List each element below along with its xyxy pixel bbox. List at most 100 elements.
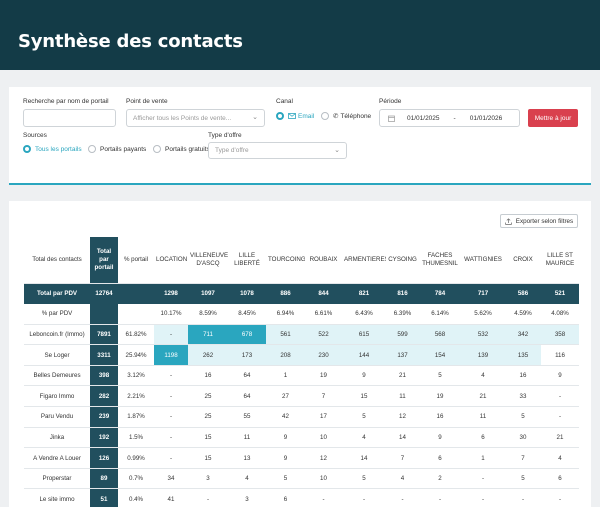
column-header[interactable]: LILLE ST MAURICE [541,237,579,284]
table-row[interactable]: Leboncoin.fr (Immo) 7891 61.82% -711 678 561 5… [24,324,579,346]
table-cell: 89 [90,468,118,490]
table-cell: - [154,447,188,469]
table-cell: 6 [419,447,461,469]
table-row[interactable]: Belles Demeures 398 3.12% -16 64 1 19 9 21 5 4 16 9 [24,365,579,387]
table-row[interactable]: Le site immo 51 0.4% 41-3 6- - - - - - - [24,488,579,507]
sources-paid-radio[interactable]: Portails payants [88,145,146,153]
column-header[interactable]: FACHES THUMESNIL [419,237,461,284]
table-cell: 16 [419,406,461,428]
table-row[interactable]: Paru Vendu 239 1.87% -25 55 42 17 5 12 16 11 5- [24,406,579,428]
table-cell: 17 [305,406,342,428]
date-separator: - [453,114,456,122]
radio-checked-icon [276,112,284,120]
filters-panel: Recherche par nom de portail Point de ve… [9,87,591,185]
export-label: Exporter selon filtres [515,217,574,225]
table-cell: - [505,488,541,507]
table-row[interactable]: Properstar 89 0.7% 34 3 4 5 10 5 4 2-5 6 [24,468,579,490]
table-cell: 64 [228,385,266,408]
table-cell: 9 [541,365,579,387]
periode-label: Période [379,98,402,105]
table-cell: - [188,488,228,507]
table-cell: 522 [305,324,342,346]
canal-phone-label: Téléphone [340,112,372,120]
column-header[interactable]: % portail [118,237,154,284]
export-button[interactable]: Exporter selon filtres [500,214,578,228]
table-cell: 12 [305,447,342,469]
apply-button[interactable]: Mettre à jour [528,109,578,127]
table-cell: - [305,488,342,507]
table-row[interactable]: Figaro Immo 282 2.21% -25 64 27 7 15 11 19 21 33- [24,385,579,408]
column-header[interactable]: Total par portail [90,237,118,284]
table-cell: 8.59% [188,303,228,325]
table-cell: - [386,488,419,507]
total-row: Total par PDV 12764 1298 1097 1078 886 844 821 8… [24,283,579,305]
chevron-down-icon: ⌄ [334,147,340,154]
column-header[interactable]: ARMENTIERES [342,237,386,284]
table-cell: 230 [305,344,342,366]
table-cell: - [154,427,188,449]
table-cell: - [154,385,188,408]
table-cell: 5 [342,406,386,428]
pct-row: % par PDV 10.17% 8.59% 8.45% 6.94% 6.61% 6.43%… [24,303,579,325]
table-cell: 55 [228,406,266,428]
row-label: Le site immo [24,488,90,507]
table-cell: 816 [386,283,419,305]
table-cell: 61.82% [118,324,154,346]
pdv-placeholder: Afficher tous les Points de vente... [133,114,232,122]
column-header[interactable]: VILLENEUVE D'ASCQ [188,237,228,284]
table-header-row: Total des contacts Total par portail% por… [24,237,579,284]
column-header[interactable]: CROIX [505,237,541,284]
column-header[interactable]: ROUBAIX [305,237,342,284]
canal-email-radio[interactable]: Email [276,112,314,120]
table-cell: 10 [305,468,342,490]
search-input[interactable] [23,109,116,127]
table-cell: 192 [90,427,118,449]
table-cell: 30 [505,427,541,449]
column-header[interactable]: LOCATION [154,237,188,284]
table-cell: 821 [342,283,386,305]
contacts-table: Total des contacts Total par portail% por… [24,237,579,507]
table-row[interactable]: A Vendre A Louer 126 0.99% -15 13 9 12 14 7 6 1 7 4 [24,447,579,469]
table-cell: 6 [266,488,305,507]
pdv-select[interactable]: Afficher tous les Points de vente... ⌄ [126,109,265,127]
table-cell: 33 [505,385,541,408]
table-cell: - [154,324,188,346]
table-cell: 7891 [90,324,118,346]
table-cell: 586 [505,283,541,305]
table-cell: 4.08% [541,303,579,325]
table-cell: - [342,488,386,507]
column-header-name[interactable]: Total des contacts [24,237,90,284]
row-label: Se Loger [24,344,90,366]
table-cell: 1.87% [118,406,154,428]
table-cell [118,303,154,325]
column-header[interactable]: TOURCOING [266,237,305,284]
table-cell: 14 [342,447,386,469]
date-range-input[interactable]: 01/01/2025 - 01/01/2026 [379,109,520,127]
canal-phone-radio[interactable]: ✆ Téléphone [321,112,371,120]
table-row[interactable]: Se Loger 3311 25.94% 1198 262 173 208 230 144 137… [24,344,579,366]
table-cell: 11 [461,406,505,428]
column-header[interactable]: LILLE LIBERTÉ [228,237,266,284]
column-header[interactable]: WATTIGNIES [461,237,505,284]
sources-all-radio[interactable]: Tous les portails [23,145,82,153]
table-row[interactable]: Jinka 192 1.5% -15 11 9 10 4 14 9 6 30 21 [24,427,579,449]
row-label: Leboncoin.fr (Immo) [24,324,90,346]
column-header[interactable]: CYSOING [386,237,419,284]
table-cell: 1 [266,365,305,387]
phone-icon: ✆ [333,113,339,120]
row-label: Total par PDV [24,283,90,305]
radio-unchecked-icon [88,145,96,153]
search-label: Recherche par nom de portail [23,98,109,105]
contacts-table-card: Exporter selon filtres Total des contact… [9,201,591,507]
table-cell: 6.43% [342,303,386,325]
sources-free-radio[interactable]: Portails gratuits [153,145,210,153]
table-cell: 3 [228,488,266,507]
table-cell: - [154,365,188,387]
table-cell: 6 [541,468,579,490]
table-cell: 15 [188,447,228,469]
table-cell: 532 [461,324,505,346]
table-cell: - [419,488,461,507]
sources-paid-label: Portails payants [100,145,147,153]
type-select[interactable]: Type d'offre ⌄ [208,142,347,159]
table-cell: 12764 [90,283,118,305]
